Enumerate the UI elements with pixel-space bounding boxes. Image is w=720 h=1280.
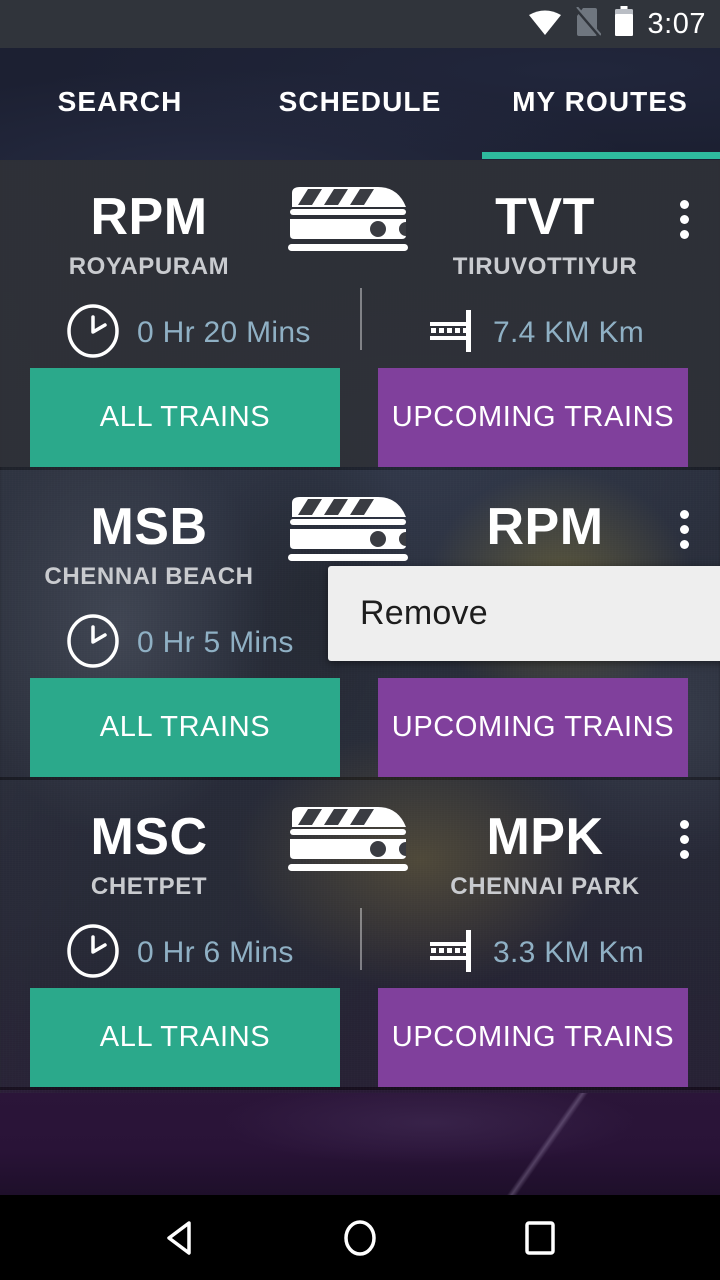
duration-text: 0 Hr 5 Mins (137, 626, 294, 659)
overflow-menu-icon[interactable] (658, 500, 710, 558)
no-sim-icon (574, 5, 602, 42)
back-triangle-icon[interactable] (148, 1206, 212, 1270)
duration-text: 0 Hr 20 Mins (137, 316, 311, 349)
duration-block: 0 Hr 20 Mins (0, 296, 360, 370)
overflow-menu-icon[interactable] (658, 190, 710, 248)
meta-divider (360, 288, 362, 350)
duration-block: 0 Hr 6 Mins (0, 916, 360, 990)
route-card[interactable]: RPM TVT ROYAPURAM TIRUVOTTIYUR 0 Hr 20 M… (0, 160, 720, 470)
status-bar-clock: 3:07 (647, 7, 706, 40)
destination-code: MPK (486, 808, 604, 866)
wifi-icon (528, 8, 562, 41)
origin-name: CHETPET (90, 873, 208, 900)
tab-bar: SEARCH SCHEDULE MY ROUTES (0, 48, 720, 160)
destination-code: RPM (486, 498, 604, 556)
train-icon (274, 181, 420, 253)
route-code-row: MSC MPK (0, 802, 720, 872)
station-name-row: ROYAPURAM TIRUVOTTIYUR (0, 255, 720, 279)
meta-divider (360, 908, 362, 970)
route-action-row: ALL TRAINS UPCOMING TRAINS (0, 678, 720, 777)
origin-code: MSB (90, 498, 208, 556)
upcoming-trains-button[interactable]: UPCOMING TRAINS (378, 368, 688, 467)
battery-icon (614, 6, 634, 42)
android-navigation-bar (0, 1195, 720, 1280)
tab-search[interactable]: SEARCH (0, 48, 240, 160)
phone-screen: 3:07 SEARCH SCHEDULE MY ROUTES RPM TVT R… (0, 0, 720, 1280)
duration-text: 0 Hr 6 Mins (137, 936, 294, 969)
train-icon (274, 801, 420, 873)
all-trains-button[interactable]: ALL TRAINS (30, 988, 340, 1087)
clock-icon (66, 613, 120, 673)
clock-icon (66, 303, 120, 363)
tab-my-routes[interactable]: MY ROUTES (480, 48, 720, 160)
destination-name: TIRUVOTTIYUR (452, 253, 638, 280)
distance-icon (428, 924, 476, 983)
duration-block: 0 Hr 5 Mins (0, 606, 360, 680)
route-action-row: ALL TRAINS UPCOMING TRAINS (0, 988, 720, 1087)
upcoming-trains-button[interactable]: UPCOMING TRAINS (378, 988, 688, 1087)
destination-name: CHENNAI PARK (450, 873, 640, 900)
all-trains-button[interactable]: ALL TRAINS (30, 368, 340, 467)
distance-icon (428, 304, 476, 363)
origin-code: MSC (90, 808, 208, 866)
home-circle-icon[interactable] (328, 1206, 392, 1270)
train-icon (274, 491, 420, 563)
status-bar: 3:07 (0, 0, 720, 48)
distance-block: 3.3 KM Km (360, 916, 720, 990)
route-action-row: ALL TRAINS UPCOMING TRAINS (0, 368, 720, 467)
popup-menu-item-remove[interactable]: Remove (360, 566, 488, 661)
upcoming-trains-button[interactable]: UPCOMING TRAINS (378, 678, 688, 777)
route-code-row: MSB RPM (0, 492, 720, 562)
station-name-row: CHETPET CHENNAI PARK (0, 875, 720, 899)
route-code-row: RPM TVT (0, 182, 720, 252)
tab-schedule[interactable]: SCHEDULE (240, 48, 480, 160)
distance-text: 7.4 KM Km (493, 316, 645, 349)
clock-icon (66, 923, 120, 983)
distance-block: 7.4 KM Km (360, 296, 720, 370)
my-routes-content: RPM TVT ROYAPURAM TIRUVOTTIYUR 0 Hr 20 M… (0, 160, 720, 1195)
route-card[interactable]: MSC MPK CHETPET CHENNAI PARK 0 Hr 6 Mins… (0, 780, 720, 1090)
overflow-popup-menu[interactable]: Remove (328, 566, 720, 661)
origin-name: ROYAPURAM (68, 253, 230, 280)
destination-code: TVT (495, 188, 595, 246)
recents-square-icon[interactable] (508, 1206, 572, 1270)
overflow-menu-icon[interactable] (658, 810, 710, 868)
distance-text: 3.3 KM Km (493, 936, 645, 969)
bottom-background-strip (0, 1093, 720, 1195)
tab-selected-indicator (482, 152, 720, 159)
origin-name: CHENNAI BEACH (44, 563, 254, 590)
all-trains-button[interactable]: ALL TRAINS (30, 678, 340, 777)
origin-code: RPM (90, 188, 208, 246)
